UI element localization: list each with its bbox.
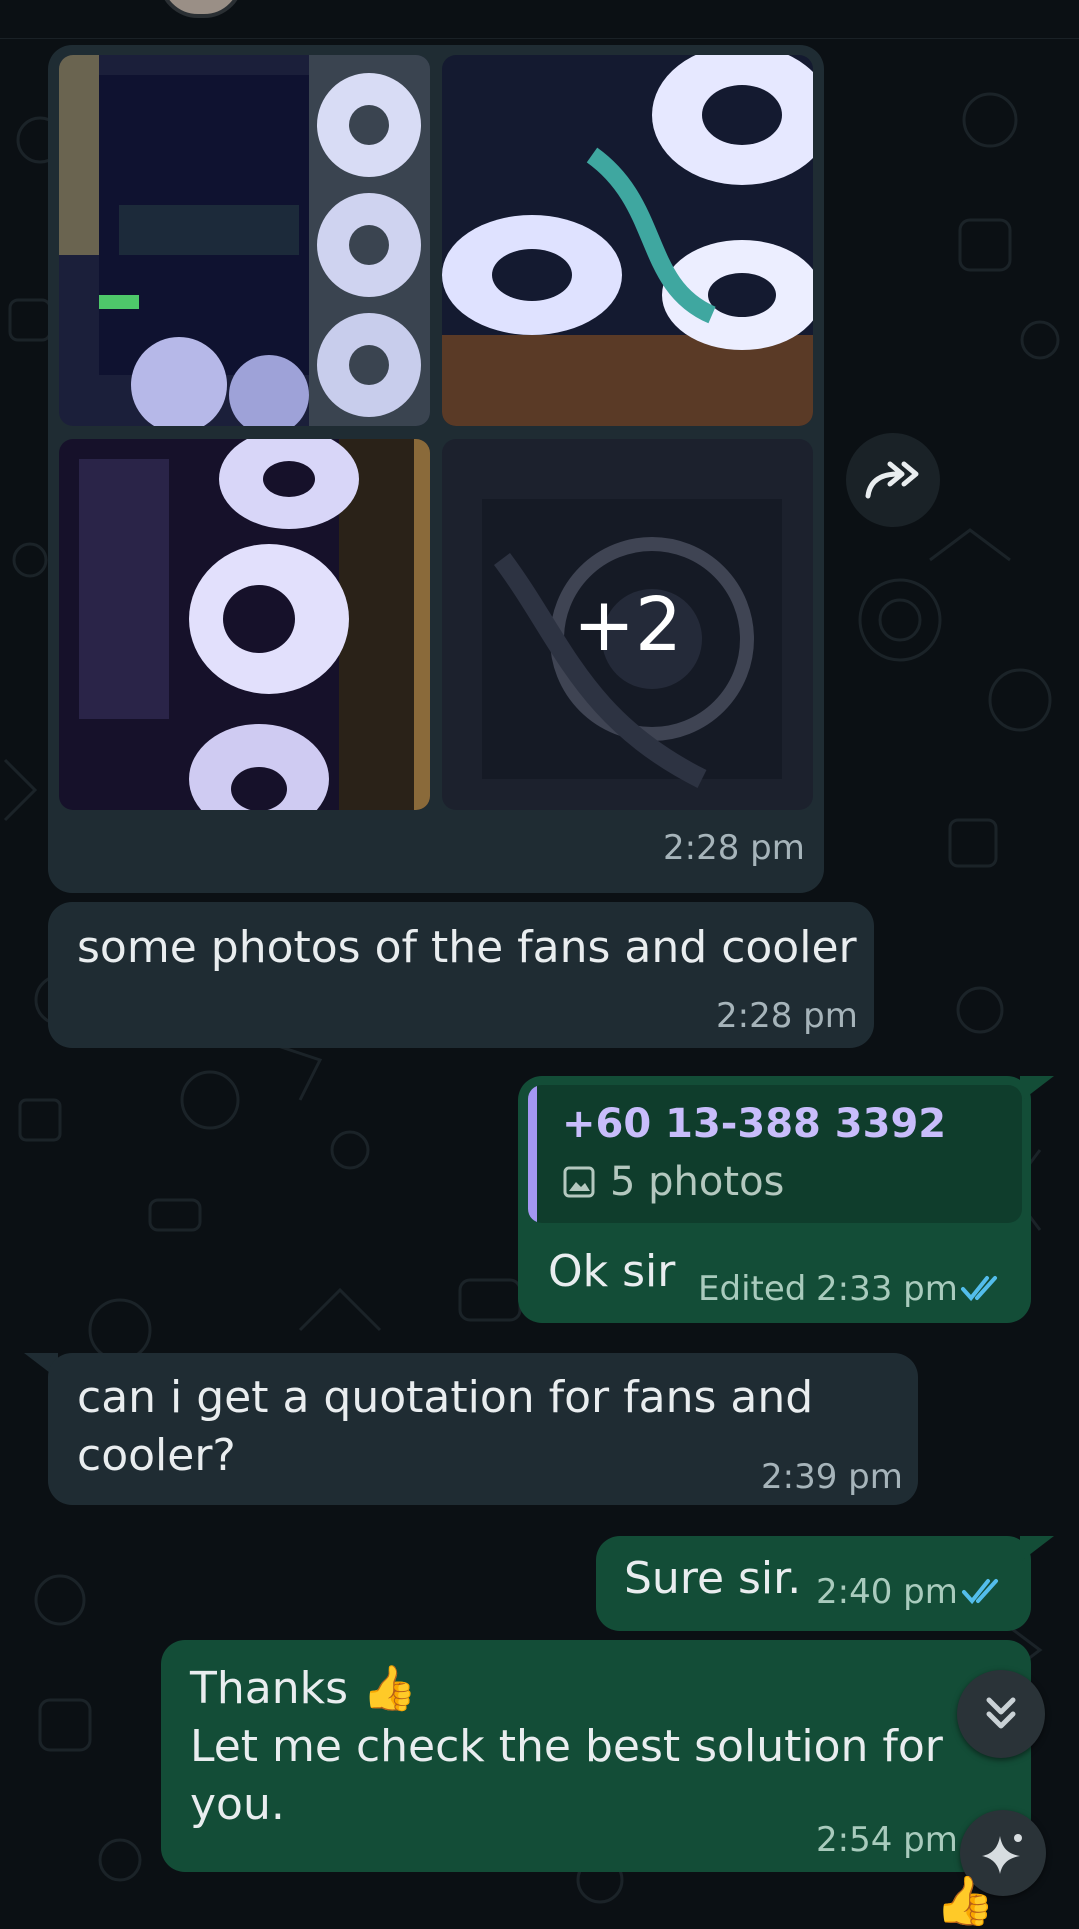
album-photo-4-more[interactable]: +2 bbox=[442, 439, 813, 810]
photo-album-bubble[interactable]: +2 2:28 pm bbox=[48, 45, 824, 893]
forward-icon bbox=[865, 461, 919, 499]
read-ticks-icon bbox=[961, 1276, 997, 1302]
album-photo-2[interactable] bbox=[442, 55, 813, 426]
message-2-content: Ok sir Edited 2:33 pm bbox=[518, 1076, 1031, 1323]
message-time: 2:28 pm bbox=[716, 996, 858, 1036]
contact-avatar[interactable] bbox=[158, 0, 244, 18]
message-bubble-outgoing[interactable]: Sure sir. 2:40 pm bbox=[596, 1536, 1031, 1631]
message-time: 2:39 pm bbox=[761, 1457, 903, 1497]
sparkle-icon bbox=[982, 1834, 1022, 1874]
chat-header bbox=[0, 0, 1079, 39]
message-text: Thanks 👍 Let me check the best solution … bbox=[190, 1663, 943, 1830]
forward-button[interactable] bbox=[846, 433, 940, 527]
more-photos-overlay[interactable]: +2 bbox=[442, 439, 813, 810]
message-bubble-incoming[interactable]: some photos of the fans and cooler 2:28 … bbox=[48, 902, 874, 1048]
read-ticks-icon bbox=[962, 1579, 998, 1605]
reaction-emoji[interactable]: 👍 bbox=[935, 1872, 995, 1929]
message-time: 2:33 pm bbox=[816, 1269, 958, 1309]
message-time: 2:40 pm bbox=[816, 1572, 958, 1612]
message-bubble-incoming[interactable]: can i get a quotation for fans and coole… bbox=[48, 1353, 918, 1505]
message-bubble-outgoing[interactable]: Thanks 👍 Let me check the best solution … bbox=[161, 1640, 1031, 1872]
edited-label: Edited bbox=[698, 1269, 807, 1309]
bubble-tail-outgoing bbox=[1020, 1536, 1054, 1562]
album-time: 2:28 pm bbox=[663, 828, 805, 868]
message-text: Sure sir. bbox=[624, 1553, 802, 1604]
message-time: 2:54 pm bbox=[816, 1820, 958, 1860]
more-photos-count: +2 bbox=[572, 581, 683, 668]
double-chevron-down-icon bbox=[986, 1697, 1016, 1729]
scroll-down-button[interactable] bbox=[957, 1670, 1045, 1758]
album-photo-3[interactable] bbox=[59, 439, 430, 810]
message-text: some photos of the fans and cooler bbox=[77, 922, 857, 973]
album-photo-1[interactable] bbox=[59, 55, 430, 426]
message-text: Ok sir bbox=[548, 1246, 676, 1297]
message-text: can i get a quotation for fans and coole… bbox=[77, 1372, 814, 1481]
